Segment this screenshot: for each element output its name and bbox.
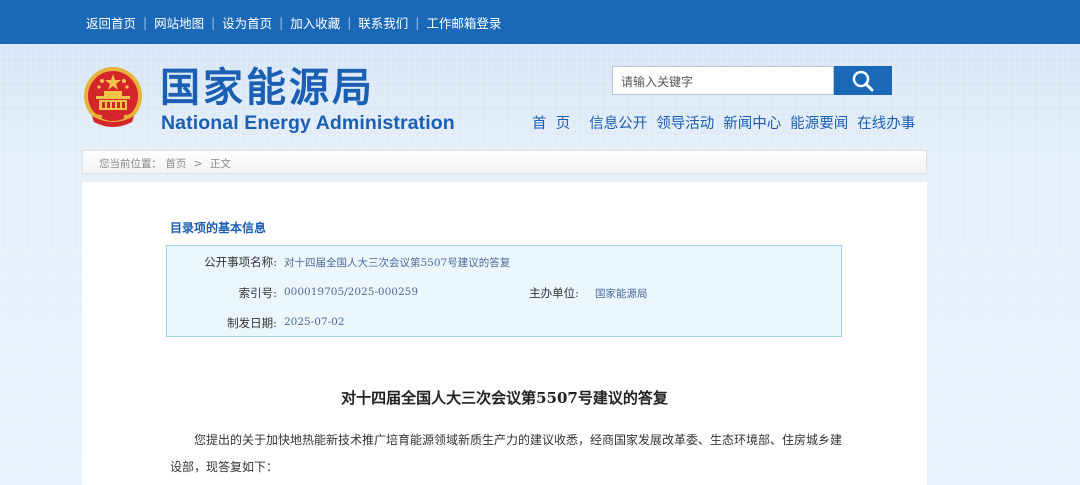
content-panel: 目录项的基本信息 公开事项名称: 对十四届全国人大三次会议第5507号建议的答复… <box>82 182 927 485</box>
meta-index-label: 索引号: <box>238 286 277 300</box>
top-link-set-homepage[interactable]: 设为首页 <box>222 13 272 32</box>
top-link-email-login[interactable]: 工作邮箱登录 <box>426 13 501 32</box>
main-nav: 首 页 信息公开 领导活动 新闻中心 能源要闻 在线办事 <box>532 112 915 133</box>
nav-item-news-center[interactable]: 新闻中心 <box>723 112 781 133</box>
separator: | <box>211 15 216 30</box>
nav-item-leader-activities[interactable]: 领导活动 <box>656 112 714 133</box>
document-body: 您提出的关于加快地热能新技术推广培育能源领域新质生产力的建议收悉，经商国家发展改… <box>170 433 843 474</box>
separator: | <box>143 15 148 30</box>
nav-item-info-disclosure[interactable]: 信息公开 <box>589 112 647 133</box>
top-bar: 返回首页 | 网站地图 | 设为首页 | 加入收藏 | 联系我们 | 工作邮箱登… <box>0 0 1080 44</box>
meta-info-box: 公开事项名称: 对十四届全国人大三次会议第5507号建议的答复 索引号: 000… <box>166 245 842 337</box>
breadcrumb-separator: > <box>193 158 203 170</box>
meta-org-value: 国家能源局 <box>595 288 648 300</box>
document-title: 对十四届全国人大三次会议第5507号建议的答复 <box>341 389 668 407</box>
meta-date-label: 制发日期: <box>227 316 277 330</box>
top-link-contact[interactable]: 联系我们 <box>358 13 408 32</box>
site-logo-chinese[interactable]: 国家能源局 <box>160 64 375 112</box>
top-link-home[interactable]: 返回首页 <box>86 13 136 32</box>
meta-org-label: 主办单位: <box>529 286 579 300</box>
breadcrumb-home[interactable]: 首页 <box>165 158 186 170</box>
meta-name-label: 公开事项名称: <box>204 255 277 269</box>
meta-heading: 目录项的基本信息 <box>170 221 267 235</box>
search-icon <box>852 70 874 91</box>
nav-item-home[interactable]: 首 页 <box>532 112 570 133</box>
top-link-bookmark[interactable]: 加入收藏 <box>290 13 340 32</box>
separator: | <box>415 15 420 30</box>
nav-item-energy-news[interactable]: 能源要闻 <box>790 112 848 133</box>
national-emblem-icon[interactable] <box>82 66 144 130</box>
meta-index-value: 000019705/2025-000259 <box>284 286 419 298</box>
separator: | <box>347 15 352 30</box>
search-button[interactable] <box>834 66 892 95</box>
search-input[interactable]: 请输入关键字 <box>612 66 834 95</box>
meta-date-value: 2025-07-02 <box>284 316 345 328</box>
meta-name-value: 对十四届全国人大三次会议第5507号建议的答复 <box>284 257 511 269</box>
site-logo-english[interactable]: National Energy Administration <box>161 112 455 135</box>
separator: | <box>279 15 284 30</box>
breadcrumb: 您当前位置： 首页 > 正文 <box>82 150 927 174</box>
top-links: 返回首页 | 网站地图 | 设为首页 | 加入收藏 | 联系我们 | 工作邮箱登… <box>86 13 501 32</box>
breadcrumb-prefix: 您当前位置： <box>99 158 162 170</box>
breadcrumb-current: 正文 <box>209 158 231 170</box>
top-link-sitemap[interactable]: 网站地图 <box>154 13 204 32</box>
nav-item-online-services[interactable]: 在线办事 <box>857 112 915 133</box>
